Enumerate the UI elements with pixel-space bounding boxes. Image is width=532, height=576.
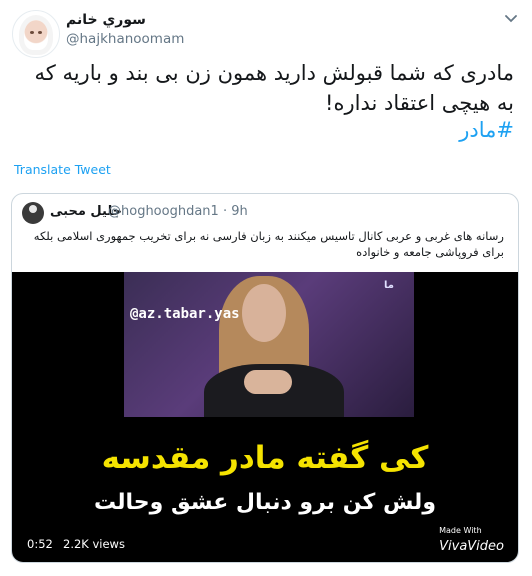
video-watermark: @az.tabar.yas: [130, 306, 240, 322]
video-frame: ما @az.tabar.yas: [124, 272, 414, 417]
video-caption-line2: ولش کن برو دنبال عشق وحالت: [93, 490, 436, 515]
channel-logo: ما: [384, 280, 394, 291]
quoted-author-avatar[interactable]: [22, 202, 44, 224]
made-with-label: Made With: [439, 526, 482, 535]
avatar-eye: [38, 31, 42, 34]
translate-tweet-link[interactable]: Translate Tweet: [14, 162, 111, 177]
quoted-author-handle[interactable]: @hoghooghdan1 · 9h: [108, 204, 248, 219]
quoted-tweet-text: رسانه های غربی و عربی کانال تاسیس میکنند…: [33, 229, 504, 259]
video-duration-badge: 0:52: [22, 534, 58, 554]
vivavideo-logo: Made With VivaVideo: [439, 526, 504, 554]
video-caption-line1: کی گفته مادر مقدسه: [101, 440, 429, 476]
author-handle[interactable]: @hajkhanoomam: [66, 31, 184, 47]
quoted-tweet[interactable]: جلیل محبی @hoghooghdan1 · 9h رسانه های غ…: [11, 193, 519, 563]
tweet-text: مادری که شما قبولش دارید همون زن بی بند …: [34, 61, 514, 115]
video-views-badge: 2.2K views: [58, 534, 130, 554]
vivavideo-brand: VivaVideo: [439, 539, 504, 554]
chevron-down-icon[interactable]: [504, 14, 518, 24]
hashtag-link[interactable]: #مادر: [459, 118, 514, 142]
video-player[interactable]: ما @az.tabar.yas کی گفته مادر مقدسه ولش …: [12, 272, 518, 562]
author-display-name[interactable]: سوري خانم: [66, 12, 146, 28]
avatar-veil: [19, 15, 53, 55]
author-avatar[interactable]: [12, 10, 60, 58]
avatar-eye: [30, 31, 34, 34]
